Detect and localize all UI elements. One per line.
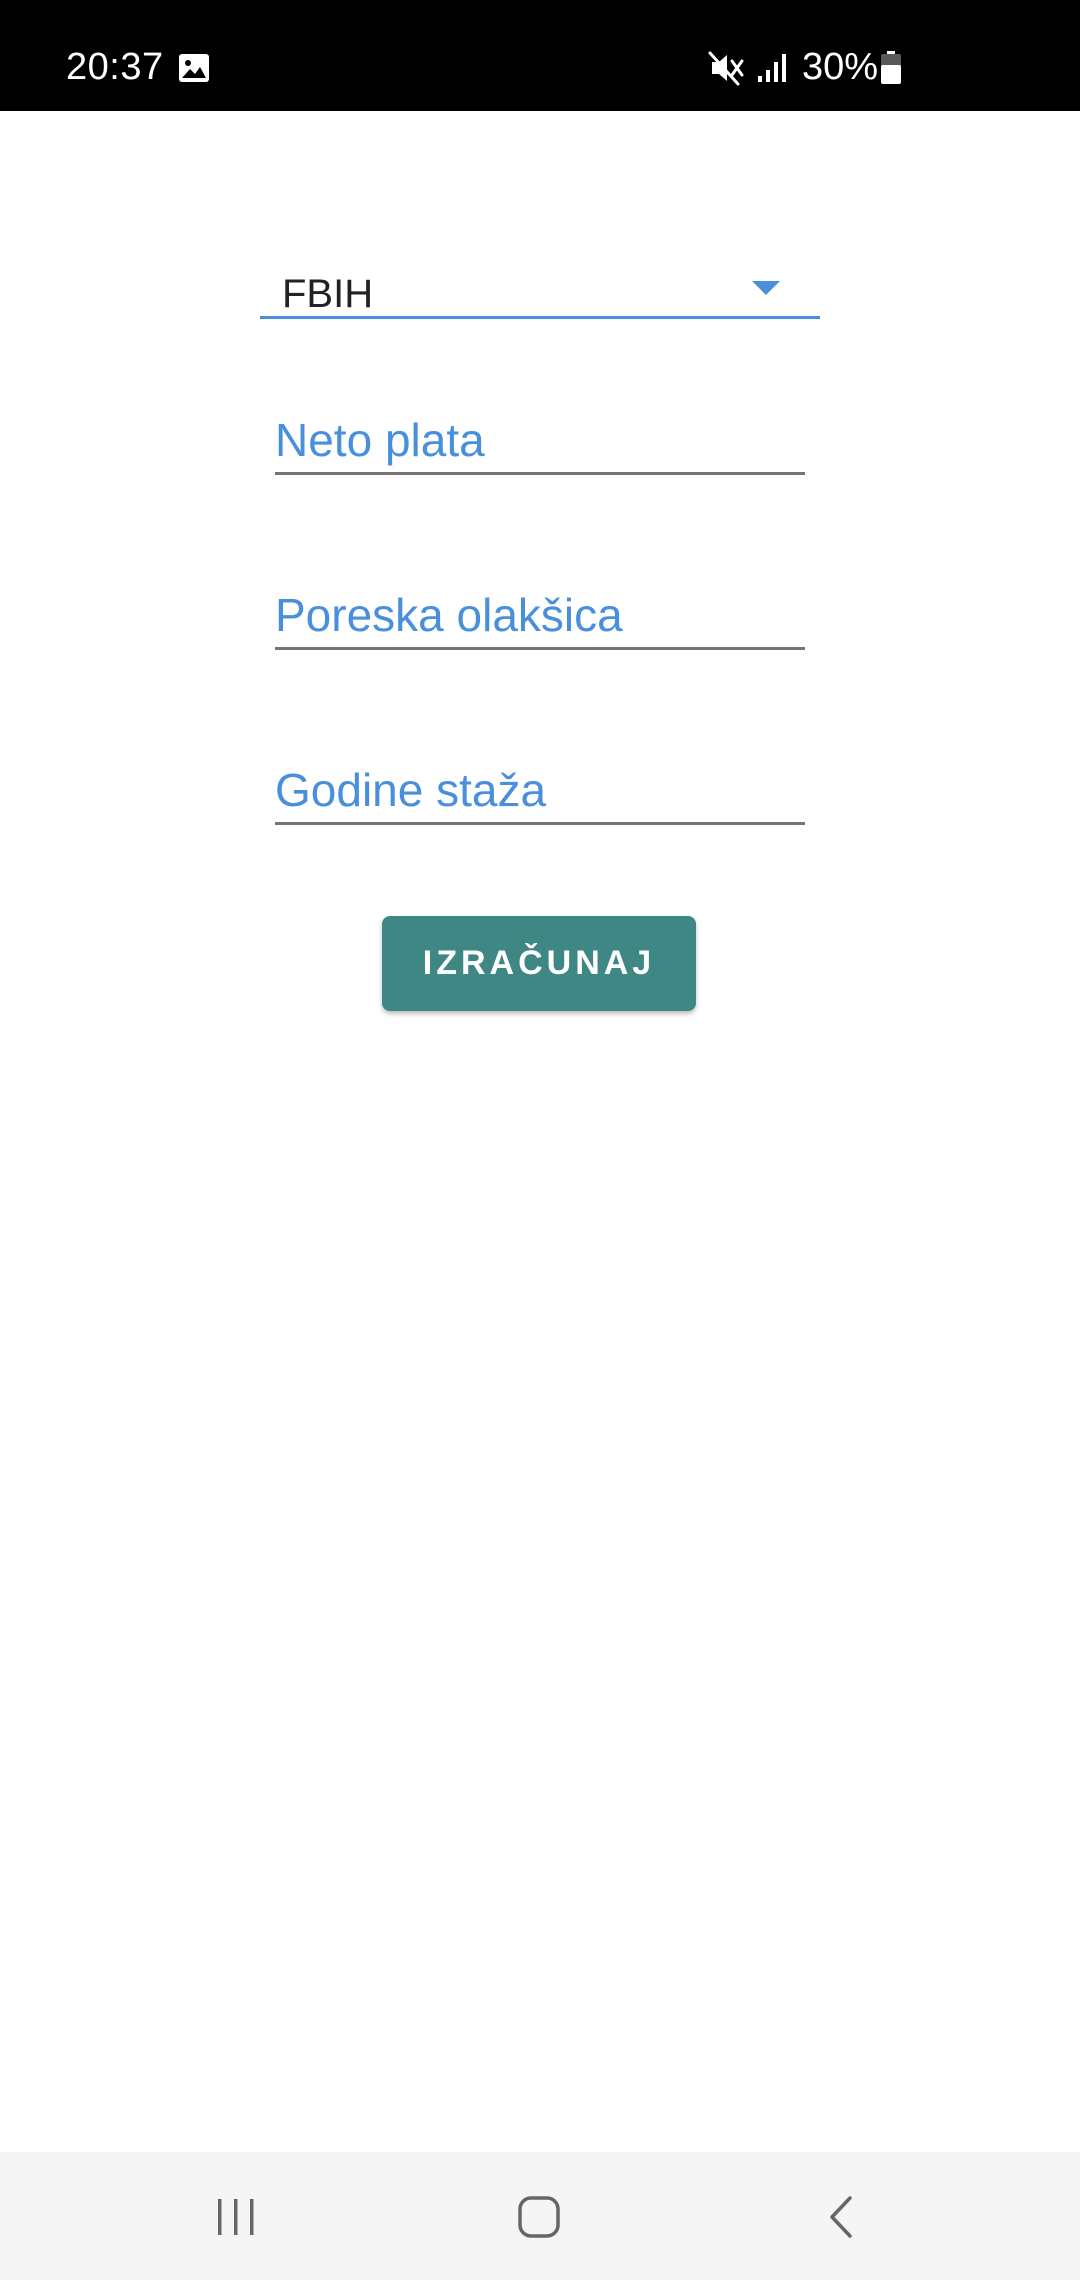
status-time: 20:37 [66, 46, 164, 88]
tax-relief-placeholder: Poreska olakšica [275, 589, 623, 641]
battery-icon [881, 51, 901, 84]
years-of-service-input[interactable]: Godine staža [275, 755, 805, 825]
dropdown-arrow-icon [752, 281, 780, 295]
back-icon[interactable] [826, 2194, 856, 2240]
status-bar: 20:37 30% [0, 0, 1080, 111]
net-salary-placeholder: Neto plata [275, 414, 485, 466]
years-of-service-placeholder: Godine staža [275, 764, 547, 816]
gallery-icon [179, 54, 209, 82]
battery-percentage: 30% [802, 46, 879, 88]
navigation-bar [0, 2152, 1080, 2280]
mute-icon [708, 51, 744, 86]
recent-apps-icon[interactable] [214, 2197, 258, 2237]
tax-relief-input[interactable]: Poreska olakšica [275, 580, 805, 650]
home-icon[interactable] [516, 2194, 562, 2240]
app-screen: 20:37 30% FBIH Neto plata Poreska olakši… [0, 0, 1080, 2280]
region-dropdown[interactable]: FBIH [260, 255, 820, 319]
calculate-button[interactable]: IZRAČUNAJ [382, 916, 696, 1011]
signal-icon [758, 54, 786, 82]
net-salary-input[interactable]: Neto plata [275, 405, 805, 475]
region-dropdown-value: FBIH [282, 272, 374, 316]
